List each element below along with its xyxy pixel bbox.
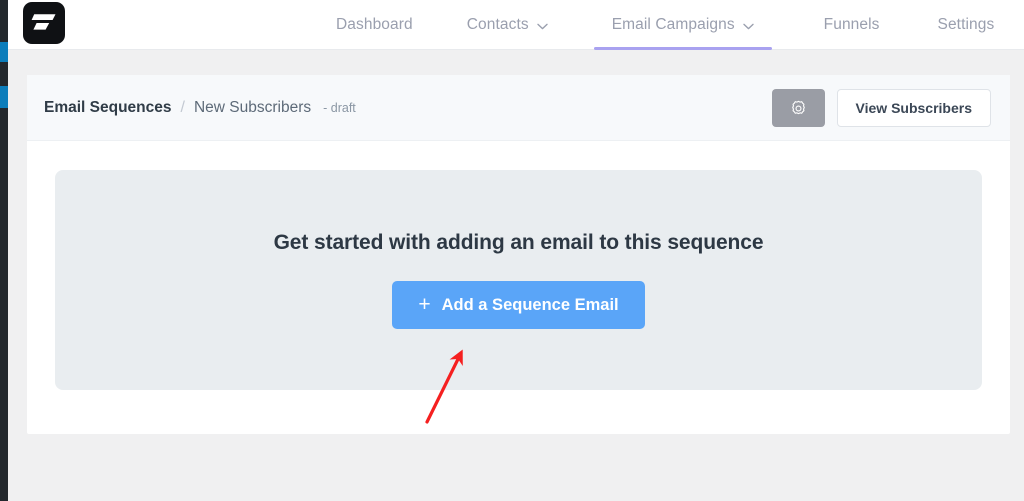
nav-item-funnels[interactable]: Funnels [806,0,898,50]
nav-item-label: Contacts [466,16,529,33]
nav-item-contacts[interactable]: Contacts [449,0,566,50]
fluentcrm-logo-icon [31,13,57,33]
plus-icon: + [418,292,431,316]
empty-state-panel: Get started with adding an email to this… [55,170,982,390]
add-sequence-email-label: Add a Sequence Email [441,295,619,314]
nav-item-dashboard[interactable]: Dashboard [318,0,431,50]
view-subscribers-button[interactable]: View Subscribers [836,89,991,127]
top-navigation-bar: Dashboard Contacts Email Campaigns Funne… [8,0,1024,50]
nav-item-label: Settings [937,16,995,33]
sequence-card: Email Sequences / New Subscribers - draf… [27,75,1010,434]
nav-item-label: Dashboard [336,16,413,33]
card-body: Get started with adding an email to this… [27,141,1010,434]
empty-state-title: Get started with adding an email to this… [273,231,764,254]
main-nav: Dashboard Contacts Email Campaigns Funne… [318,0,1012,50]
gear-icon [790,100,807,117]
nav-item-label: Funnels [823,16,880,33]
breadcrumb-root-link[interactable]: Email Sequences [44,99,172,117]
breadcrumb: Email Sequences / New Subscribers - draf… [44,99,356,117]
breadcrumb-separator: / [180,98,185,116]
wp-admin-rail [0,0,8,501]
nav-item-email-campaigns[interactable]: Email Campaigns [593,0,772,50]
nav-item-settings[interactable]: Settings [920,0,1013,50]
status-badge: - draft [323,100,356,115]
wp-admin-rail-accent-bottom [0,86,8,108]
settings-button[interactable] [771,89,825,127]
app-logo[interactable] [23,2,65,44]
add-sequence-email-button[interactable]: + Add a Sequence Email [392,281,645,329]
card-header: Email Sequences / New Subscribers - draf… [27,75,1010,141]
page-content: Email Sequences / New Subscribers - draf… [8,51,1024,501]
wp-admin-rail-accent-top [0,42,8,62]
nav-item-label: Email Campaigns [611,16,735,33]
card-header-actions: View Subscribers [771,75,991,141]
chevron-down-icon [742,23,754,30]
chevron-down-icon [537,23,548,30]
breadcrumb-current: New Subscribers [193,98,312,116]
